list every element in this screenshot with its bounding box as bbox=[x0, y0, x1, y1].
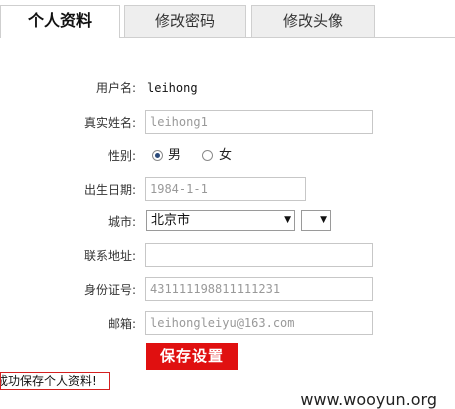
realname-label: 真实姓名: bbox=[83, 116, 136, 130]
watermark: www.wooyun.org bbox=[300, 390, 437, 409]
tab-change-avatar[interactable]: 修改头像 bbox=[251, 5, 375, 37]
gender-female-label: 女 bbox=[219, 148, 233, 163]
idcard-label: 身份证号: bbox=[83, 283, 136, 297]
success-message: 成功保存个人资料! bbox=[0, 372, 110, 390]
success-message-text: 成功保存个人资料! bbox=[0, 374, 97, 388]
tab-profile[interactable]: 个人资料 bbox=[0, 5, 120, 38]
gender-female-radio[interactable] bbox=[202, 150, 213, 161]
chevron-down-icon: ▼ bbox=[320, 215, 327, 225]
address-field[interactable] bbox=[145, 243, 373, 267]
birthday-field[interactable]: 1984-1-1 bbox=[145, 177, 306, 201]
city-selected-value: 北京市 bbox=[151, 213, 191, 228]
username-row: 用户名: leihong bbox=[0, 74, 455, 102]
email-row: 邮箱: leihongleiyu@163.com bbox=[0, 310, 455, 338]
city-row: 城市: 北京市 ▼ ▼ bbox=[0, 208, 455, 236]
idcard-field[interactable]: 431111198811111231 bbox=[145, 277, 373, 301]
city-select[interactable]: 北京市 ▼ bbox=[146, 210, 295, 231]
city-label: 城市: bbox=[107, 215, 136, 229]
district-select[interactable]: ▼ bbox=[301, 210, 331, 231]
idcard-row: 身份证号: 431111198811111231 bbox=[0, 276, 455, 304]
tab-change-password[interactable]: 修改密码 bbox=[124, 5, 246, 37]
address-label: 联系地址: bbox=[83, 249, 136, 263]
chevron-down-icon: ▼ bbox=[284, 215, 291, 225]
realname-field[interactable]: leihong1 bbox=[145, 110, 373, 134]
birthday-row: 出生日期: 1984-1-1 bbox=[0, 176, 455, 204]
realname-row: 真实姓名: leihong1 bbox=[0, 109, 455, 137]
address-row: 联系地址: bbox=[0, 242, 455, 270]
gender-label: 性别: bbox=[107, 149, 136, 163]
username-label: 用户名: bbox=[95, 81, 136, 95]
tab-bar: 个人资料 修改密码 修改头像 bbox=[0, 0, 455, 38]
gender-row: 性别: 男 女 bbox=[0, 142, 455, 170]
birthday-label: 出生日期: bbox=[83, 183, 136, 197]
email-field[interactable]: leihongleiyu@163.com bbox=[145, 311, 373, 335]
save-button[interactable]: 保存设置 bbox=[146, 343, 238, 370]
gender-male-label: 男 bbox=[168, 148, 182, 163]
email-label: 邮箱: bbox=[107, 317, 136, 331]
username-value: leihong bbox=[147, 81, 198, 95]
gender-male-radio[interactable] bbox=[152, 150, 163, 161]
